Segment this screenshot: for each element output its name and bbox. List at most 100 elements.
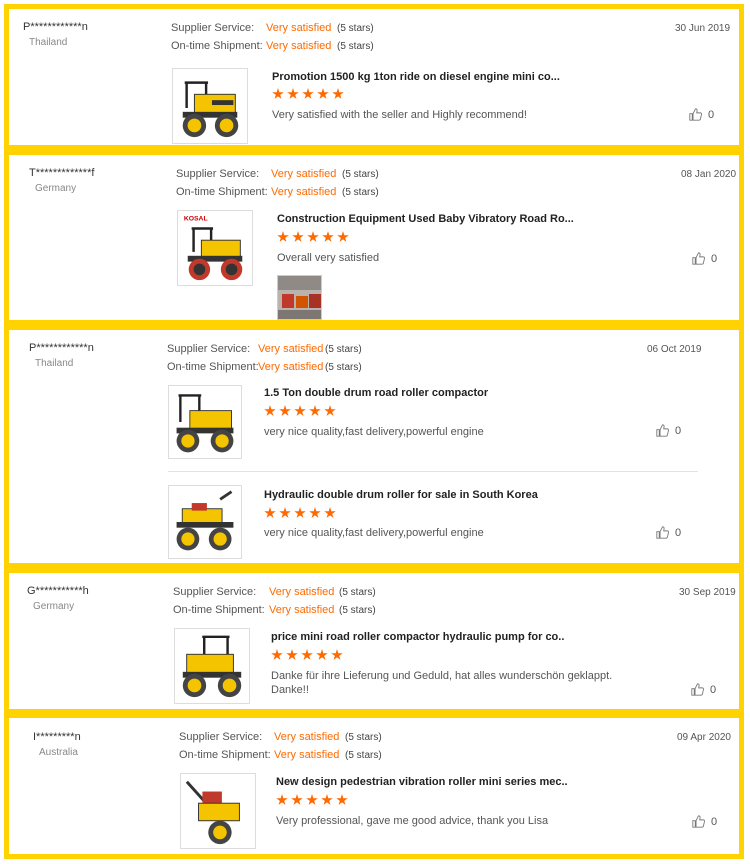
buyer-name: P************n [29, 342, 94, 354]
buyer-country: Australia [39, 747, 78, 758]
review-comment-line: Danke für ihre Lieferung und Geduld, hat… [271, 670, 613, 682]
review-comment: Very professional, gave me good advice, … [276, 815, 549, 827]
road-roller-image: KOSAL [178, 211, 252, 285]
like-button[interactable]: 0 [692, 252, 717, 265]
ontime-shipment-label: On-time Shipment: [173, 604, 265, 616]
buyer-country: Germany [33, 601, 75, 612]
thumbs-up-icon [656, 424, 669, 437]
road-roller-image [169, 386, 241, 458]
review-date: 09 Apr 2020 [677, 732, 731, 743]
product-thumbnail[interactable] [180, 773, 256, 849]
star-icon [279, 405, 291, 416]
supplier-service-rating: Very satisfied [266, 22, 332, 34]
review-date: 08 Jan 2020 [681, 169, 737, 180]
ontime-shipment-label: On-time Shipment: [176, 186, 268, 198]
product-title-link[interactable]: 1.5 Ton double drum road roller compacto… [264, 387, 488, 399]
supplier-service-stars: (5 stars) [342, 169, 379, 180]
review-card: P************n Thailand Supplier Service… [4, 4, 744, 150]
star-icon [264, 507, 276, 518]
ontime-shipment-label: On-time Shipment: [167, 361, 259, 373]
star-icon [317, 88, 329, 99]
star-icon [309, 405, 321, 416]
supplier-service-label: Supplier Service: [176, 168, 260, 180]
ontime-shipment-rating: Very satisfied [271, 186, 337, 198]
supplier-service-rating: Very satisfied [269, 586, 335, 598]
review-card: T*************f Germany Supplier Service… [4, 150, 744, 325]
product-rating-stars [264, 507, 336, 519]
thumbs-up-icon [692, 252, 705, 265]
supplier-service-stars: (5 stars) [337, 23, 374, 34]
product-title-link[interactable]: price mini road roller compactor hydraul… [271, 631, 564, 643]
ontime-shipment-label: On-time Shipment: [179, 749, 271, 761]
ontime-shipment-stars: (5 stars) [325, 362, 362, 373]
like-count: 0 [708, 108, 715, 121]
buyer-country: Germany [35, 183, 77, 194]
ontime-shipment-stars: (5 stars) [339, 605, 376, 616]
warehouse-photo [278, 276, 321, 319]
ontime-shipment-stars: (5 stars) [337, 41, 374, 52]
product-title-link[interactable]: Promotion 1500 kg 1ton ride on diesel en… [272, 71, 560, 83]
ontime-shipment-label: On-time Shipment: [171, 40, 263, 52]
like-button[interactable]: 0 [689, 108, 714, 121]
review-photo[interactable] [277, 275, 322, 320]
buyer-name: G***********h [27, 585, 89, 597]
ontime-shipment-rating: Very satisfied [274, 749, 340, 761]
star-icon [301, 649, 313, 660]
product-thumbnail[interactable]: KOSAL [177, 210, 253, 286]
review-comment: Danke für ihre Lieferung und Geduld, hat… [271, 669, 651, 697]
like-button[interactable]: 0 [656, 424, 681, 437]
product-thumbnail[interactable] [172, 68, 248, 144]
supplier-service-stars: (5 stars) [345, 732, 382, 743]
star-icon [264, 405, 276, 416]
review-card: P************n Thailand Supplier Service… [4, 325, 744, 568]
star-icon [322, 231, 334, 242]
product-title-link[interactable]: New design pedestrian vibration roller m… [276, 776, 568, 788]
like-count: 0 [710, 683, 717, 696]
star-icon [324, 507, 336, 518]
road-roller-image [181, 774, 255, 848]
thumbs-up-icon [691, 683, 704, 696]
buyer-name: P************n [23, 21, 88, 33]
road-roller-image [169, 486, 241, 558]
star-icon [307, 231, 319, 242]
thumbs-up-icon [656, 526, 669, 539]
review-card: I*********n Australia Supplier Service: … [4, 713, 744, 859]
star-icon [331, 649, 343, 660]
star-icon [286, 649, 298, 660]
like-button[interactable]: 0 [692, 815, 717, 828]
review-card: G***********h Germany Supplier Service: … [4, 568, 744, 714]
supplier-service-rating: Very satisfied [258, 343, 324, 355]
review-date: 06 Oct 2019 [647, 344, 702, 355]
product-thumbnail[interactable] [174, 628, 250, 704]
buyer-name: T*************f [29, 167, 95, 179]
star-icon [316, 649, 328, 660]
supplier-service-label: Supplier Service: [173, 586, 257, 598]
supplier-service-label: Supplier Service: [167, 343, 251, 355]
buyer-country: Thailand [29, 37, 68, 48]
road-roller-image [175, 629, 249, 703]
brand-logo: KOSAL [184, 216, 208, 223]
star-icon [321, 794, 333, 805]
review-comment-line: Danke!! [271, 684, 309, 696]
product-rating-stars [272, 88, 344, 100]
product-thumbnail[interactable] [168, 485, 242, 559]
star-icon [332, 88, 344, 99]
thumbs-up-icon [689, 108, 702, 121]
star-icon [294, 405, 306, 416]
like-button[interactable]: 0 [656, 526, 681, 539]
star-icon [306, 794, 318, 805]
product-rating-stars [276, 794, 348, 806]
product-title-link[interactable]: Construction Equipment Used Baby Vibrato… [277, 213, 574, 225]
star-icon [287, 88, 299, 99]
ontime-shipment-rating: Very satisfied [269, 604, 335, 616]
star-icon [336, 794, 348, 805]
like-button[interactable]: 0 [691, 683, 716, 696]
like-count: 0 [711, 815, 718, 828]
product-title-link[interactable]: Hydraulic double drum roller for sale in… [264, 489, 538, 501]
ontime-shipment-rating: Very satisfied [266, 40, 332, 52]
product-thumbnail[interactable] [168, 385, 242, 459]
supplier-service-rating: Very satisfied [271, 168, 337, 180]
like-count: 0 [711, 252, 718, 265]
ontime-shipment-rating: Very satisfied [258, 361, 324, 373]
star-icon [291, 794, 303, 805]
